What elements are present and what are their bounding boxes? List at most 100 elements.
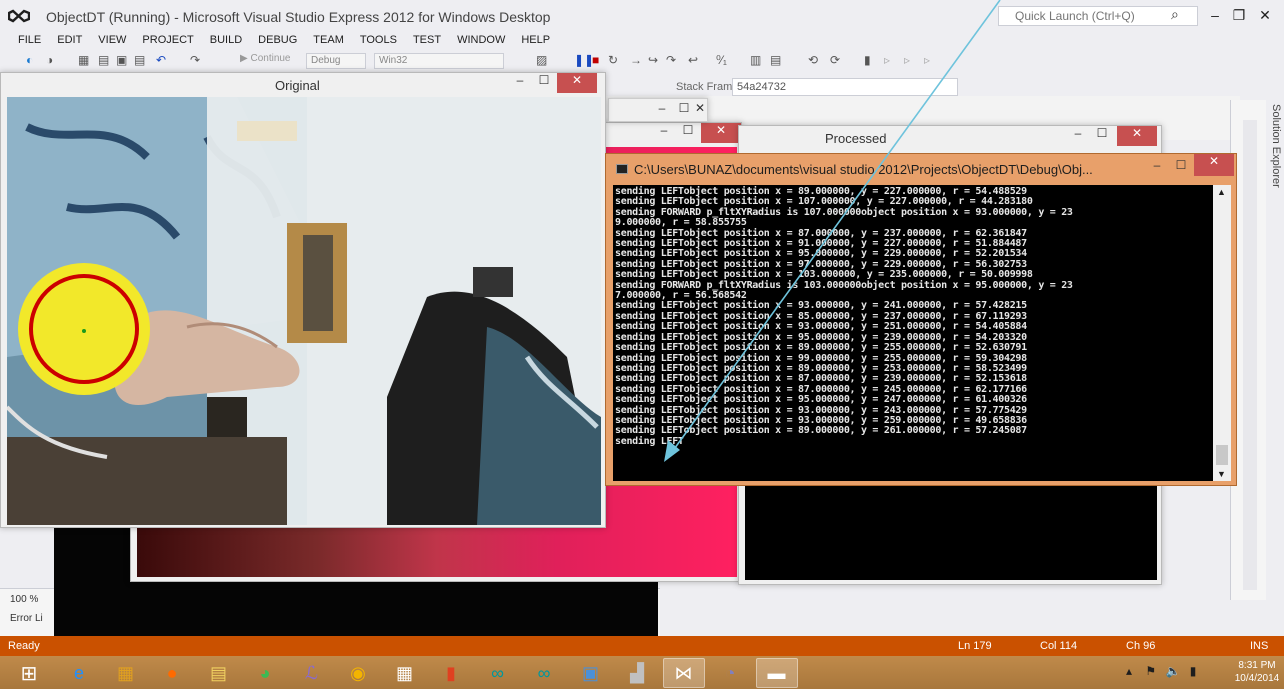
close-icon[interactable]: ✕	[1254, 7, 1276, 25]
menu-team[interactable]: TEAM	[305, 30, 352, 50]
close-icon[interactable]: ✕	[701, 123, 741, 143]
save-all-icon[interactable]: ▤	[134, 53, 145, 69]
scroll-up-icon[interactable]: ▲	[1217, 187, 1226, 197]
office-icon[interactable]: ▮	[430, 658, 472, 688]
network-icon[interactable]: ▮	[1190, 664, 1197, 678]
show-next-statement-icon[interactable]: →	[630, 53, 642, 69]
threads-icon[interactable]: ▤	[770, 53, 781, 69]
windows-start-icon[interactable]: ⊞	[8, 658, 50, 688]
arduino-icon[interactable]: ∞	[477, 658, 519, 688]
restart-icon[interactable]: ↻	[608, 53, 618, 69]
store-icon[interactable]: ▦	[384, 658, 426, 688]
menu-build[interactable]: BUILD	[202, 30, 250, 50]
maximize-icon[interactable]: ☐	[677, 123, 699, 143]
restore-icon[interactable]: ❐	[1228, 7, 1250, 25]
menu-file[interactable]: FILE	[10, 30, 49, 50]
quick-launch-input[interactable]	[999, 7, 1171, 25]
close-icon[interactable]: ✕	[1117, 126, 1157, 146]
continue-button[interactable]: ▶ Continue	[240, 53, 291, 69]
bookmark-next-icon[interactable]: ▹	[904, 53, 910, 69]
minimize-icon[interactable]: –	[653, 123, 675, 143]
close-icon[interactable]: ✕	[1194, 154, 1234, 176]
bookmark-clear-icon[interactable]: ▹	[924, 53, 930, 69]
menu-window[interactable]: WINDOW	[449, 30, 513, 50]
stack-frame-combo[interactable]: 54a24732	[732, 78, 958, 96]
original-window-titlebar[interactable]: Original – ☐ ✕	[1, 73, 605, 97]
maximize-icon[interactable]: ☐	[1170, 158, 1192, 178]
minimize-icon[interactable]: –	[509, 73, 531, 93]
menu-help[interactable]: HELP	[513, 30, 558, 50]
menu-debug[interactable]: DEBUG	[250, 30, 305, 50]
error-list-tab[interactable]: Error Li	[10, 613, 43, 624]
bookmark-toggle-icon[interactable]: ▮	[864, 53, 871, 69]
minimize-icon[interactable]: –	[651, 101, 673, 121]
internet-explorer-icon[interactable]: e	[58, 658, 100, 688]
undo-icon[interactable]: ↶	[156, 53, 166, 69]
editor-scrollbar[interactable]	[1243, 120, 1257, 590]
console-titlebar[interactable]: C:\Users\BUNAZ\documents\visual studio 2…	[606, 154, 1236, 184]
platform-combo[interactable]: Win32	[374, 53, 504, 69]
solution-explorer-tab[interactable]: Solution Explorer	[1262, 104, 1282, 204]
tray-flag-icon[interactable]: ⚑	[1145, 664, 1156, 678]
save-icon[interactable]: ▣	[116, 53, 127, 69]
menu-tools[interactable]: TOOLS	[352, 30, 405, 50]
stop-icon[interactable]: ■	[592, 53, 599, 69]
console-scrollbar[interactable]: ▲ ▼	[1213, 185, 1231, 481]
forward-icon[interactable]: ◑	[46, 53, 53, 69]
firefox-icon[interactable]: ●	[151, 658, 193, 688]
visual-studio-tool-icon[interactable]: ℒ	[291, 658, 333, 688]
network-tool-icon[interactable]: ▣	[570, 658, 612, 688]
toggle-breakpoint-icon[interactable]: ⟳	[830, 53, 840, 69]
step-out-icon[interactable]: ↩	[688, 53, 698, 69]
original-window-title: Original	[275, 78, 320, 93]
close-icon[interactable]: ✕	[693, 101, 707, 121]
processed-window-titlebar[interactable]: Processed – ☐ ✕	[739, 126, 1161, 150]
menu-edit[interactable]: EDIT	[49, 30, 90, 50]
usb-tool-icon[interactable]: ▟	[616, 658, 658, 688]
console-scroll-thumb[interactable]	[1216, 445, 1228, 465]
new-project-icon[interactable]: ▦	[78, 53, 89, 69]
console-app-icon[interactable]: ▬	[755, 658, 798, 688]
maximize-icon[interactable]: ☐	[673, 101, 695, 121]
paint-icon[interactable]: ▦	[105, 658, 147, 688]
step-over-icon[interactable]: ↷	[666, 53, 676, 69]
menu-test[interactable]: TEST	[405, 30, 449, 50]
minimize-icon[interactable]: –	[1146, 158, 1168, 178]
maximize-icon[interactable]: ☐	[533, 73, 555, 93]
search-icon[interactable]: ⌕	[1171, 6, 1179, 23]
tray-chevron-up-icon[interactable]: ▴	[1126, 664, 1132, 678]
clock[interactable]: 8:31 PM 10/4/2014	[1232, 659, 1282, 685]
minimize-icon[interactable]: –	[1067, 126, 1089, 146]
original-window[interactable]: Original – ☐ ✕	[0, 72, 606, 528]
scroll-down-icon[interactable]: ▼	[1217, 469, 1226, 479]
chrome-icon[interactable]: ◉	[337, 658, 379, 688]
open-icon[interactable]: ▤	[98, 53, 109, 69]
bookmark-prev-icon[interactable]: ▹	[884, 53, 890, 69]
back-icon[interactable]: ◐	[26, 53, 33, 69]
config-combo[interactable]: Debug	[306, 53, 366, 69]
bookmark-icon[interactable]: ▥	[750, 53, 761, 69]
close-icon[interactable]: ✕	[557, 73, 597, 93]
quick-launch-box[interactable]	[998, 6, 1198, 26]
breakpoint-icon[interactable]: ⟲	[808, 53, 818, 69]
process-icon[interactable]: ▨	[536, 53, 547, 69]
hex-icon[interactable]: ⁰⁄₁	[716, 53, 727, 69]
arduino-2-icon[interactable]: ∞	[523, 658, 565, 688]
file-explorer-icon[interactable]: ▤	[198, 658, 240, 688]
redo-icon[interactable]: ↷	[190, 53, 200, 69]
minimized-window[interactable]: – ☐ ✕	[608, 98, 708, 122]
webcam-feed	[7, 97, 601, 525]
zoom-level[interactable]: 100 %	[10, 594, 38, 605]
console-window[interactable]: C:\Users\BUNAZ\documents\visual studio 2…	[605, 153, 1237, 486]
menu-view[interactable]: VIEW	[90, 30, 134, 50]
console-output[interactable]: sending LEFTobject position x = 89.00000…	[613, 185, 1213, 481]
media-tool-icon[interactable]: ◔	[709, 658, 751, 688]
step-into-icon[interactable]: ↪	[648, 53, 658, 69]
maximize-icon[interactable]: ☐	[1091, 126, 1113, 146]
menu-project[interactable]: PROJECT	[134, 30, 201, 50]
console-title: C:\Users\BUNAZ\documents\visual studio 2…	[634, 162, 1093, 177]
volume-icon[interactable]: 🔈	[1165, 664, 1180, 678]
picasa-icon[interactable]: ◕	[244, 658, 286, 688]
visual-studio-icon[interactable]: ⋈	[662, 658, 705, 688]
minimize-icon[interactable]: –	[1204, 7, 1226, 25]
